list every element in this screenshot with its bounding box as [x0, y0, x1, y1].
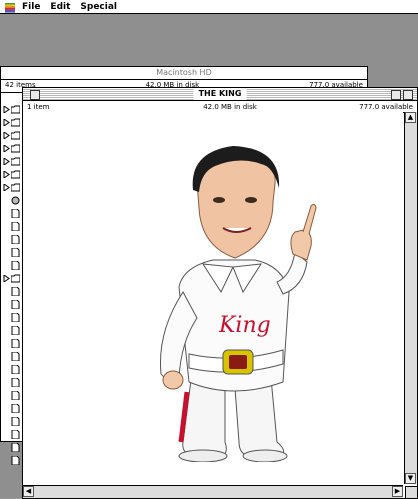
document-icon — [11, 417, 20, 426]
list-item[interactable] — [1, 259, 23, 272]
list-item[interactable] — [1, 246, 23, 259]
document-icon — [11, 326, 20, 335]
menu-bar: File Edit Special — [0, 0, 418, 14]
list-item[interactable] — [1, 168, 23, 181]
document-icon — [11, 248, 20, 257]
list-item[interactable] — [1, 142, 23, 155]
document-icon — [11, 352, 20, 361]
folder-icon — [11, 131, 20, 140]
king-caricature-image: King — [160, 146, 317, 462]
zoom-box[interactable] — [391, 90, 401, 100]
available-space: 777.0 available — [359, 102, 413, 111]
list-item[interactable] — [1, 363, 23, 376]
list-item[interactable] — [1, 194, 23, 207]
list-item[interactable] — [1, 298, 23, 311]
folder-icon — [11, 157, 20, 166]
file-list — [1, 103, 23, 467]
list-item[interactable] — [1, 337, 23, 350]
document-icon — [11, 209, 20, 218]
scroll-left-arrow-icon[interactable]: ◀ — [23, 486, 34, 497]
vertical-scrollbar[interactable]: ▲ ▼ — [404, 112, 417, 484]
list-item[interactable] — [1, 272, 23, 285]
menu-edit[interactable]: Edit — [50, 2, 70, 12]
menu-special[interactable]: Special — [80, 2, 117, 12]
disclosure-triangle-icon[interactable] — [3, 275, 10, 282]
document-icon — [11, 443, 20, 452]
application-icon — [11, 196, 20, 205]
folder-icon — [11, 105, 20, 114]
resize-grow-box[interactable] — [405, 486, 417, 498]
list-item[interactable] — [1, 207, 23, 220]
scroll-down-arrow-icon[interactable]: ▼ — [405, 473, 416, 484]
document-icon — [11, 300, 20, 309]
window-title: THE KING — [193, 88, 247, 100]
document-icon — [11, 287, 20, 296]
disclosure-triangle-icon[interactable] — [3, 171, 10, 178]
list-item[interactable] — [1, 181, 23, 194]
document-icon — [11, 339, 20, 348]
folder-icon — [11, 274, 20, 283]
list-item[interactable] — [1, 129, 23, 142]
list-item[interactable] — [1, 311, 23, 324]
folder-icon — [11, 170, 20, 179]
belt-text: King — [218, 313, 271, 338]
list-item[interactable] — [1, 376, 23, 389]
list-item[interactable] — [1, 441, 23, 454]
document-icon — [11, 391, 20, 400]
image-content-area: King — [23, 112, 403, 484]
list-item[interactable] — [1, 454, 23, 467]
disclosure-triangle-icon[interactable] — [3, 106, 10, 113]
window-title: Macintosh HD — [156, 68, 212, 77]
list-item[interactable] — [1, 389, 23, 402]
list-item[interactable] — [1, 155, 23, 168]
document-icon — [11, 235, 20, 244]
document-icon — [11, 261, 20, 270]
document-icon — [11, 430, 20, 439]
horizontal-scrollbar[interactable]: ◀ ▶ — [23, 485, 403, 498]
scroll-right-arrow-icon[interactable]: ▶ — [392, 486, 403, 497]
item-count: 1 item — [27, 102, 50, 111]
document-icon — [11, 404, 20, 413]
list-item[interactable] — [1, 116, 23, 129]
window-title-bar[interactable]: Macintosh HD — [1, 67, 367, 80]
list-item[interactable] — [1, 285, 23, 298]
disclosure-triangle-icon[interactable] — [3, 145, 10, 152]
the-king-window[interactable]: THE KING 1 item 42.0 MB in disk 777.0 av… — [22, 87, 418, 499]
menu-file[interactable]: File — [22, 2, 40, 12]
scroll-up-arrow-icon[interactable]: ▲ — [405, 112, 416, 123]
document-icon — [11, 456, 20, 465]
list-item[interactable] — [1, 428, 23, 441]
folder-icon — [11, 118, 20, 127]
document-icon — [11, 222, 20, 231]
disclosure-triangle-icon[interactable] — [3, 132, 10, 139]
apple-menu-icon[interactable] — [4, 1, 16, 13]
collapse-box[interactable] — [403, 90, 413, 100]
document-icon — [11, 365, 20, 374]
document-icon — [11, 313, 20, 322]
list-item[interactable] — [1, 233, 23, 246]
list-item[interactable] — [1, 402, 23, 415]
document-icon — [11, 378, 20, 387]
disclosure-triangle-icon[interactable] — [3, 158, 10, 165]
list-item[interactable] — [1, 350, 23, 363]
list-item[interactable] — [1, 324, 23, 337]
folder-icon — [11, 183, 20, 192]
disclosure-triangle-icon[interactable] — [3, 119, 10, 126]
list-item[interactable] — [1, 415, 23, 428]
folder-icon — [11, 144, 20, 153]
list-item[interactable] — [1, 220, 23, 233]
disk-usage: 42.0 MB in disk — [203, 102, 257, 111]
list-item[interactable] — [1, 103, 23, 116]
close-box[interactable] — [30, 90, 40, 100]
window-title-bar[interactable]: THE KING — [23, 88, 417, 101]
disclosure-triangle-icon[interactable] — [3, 184, 10, 191]
